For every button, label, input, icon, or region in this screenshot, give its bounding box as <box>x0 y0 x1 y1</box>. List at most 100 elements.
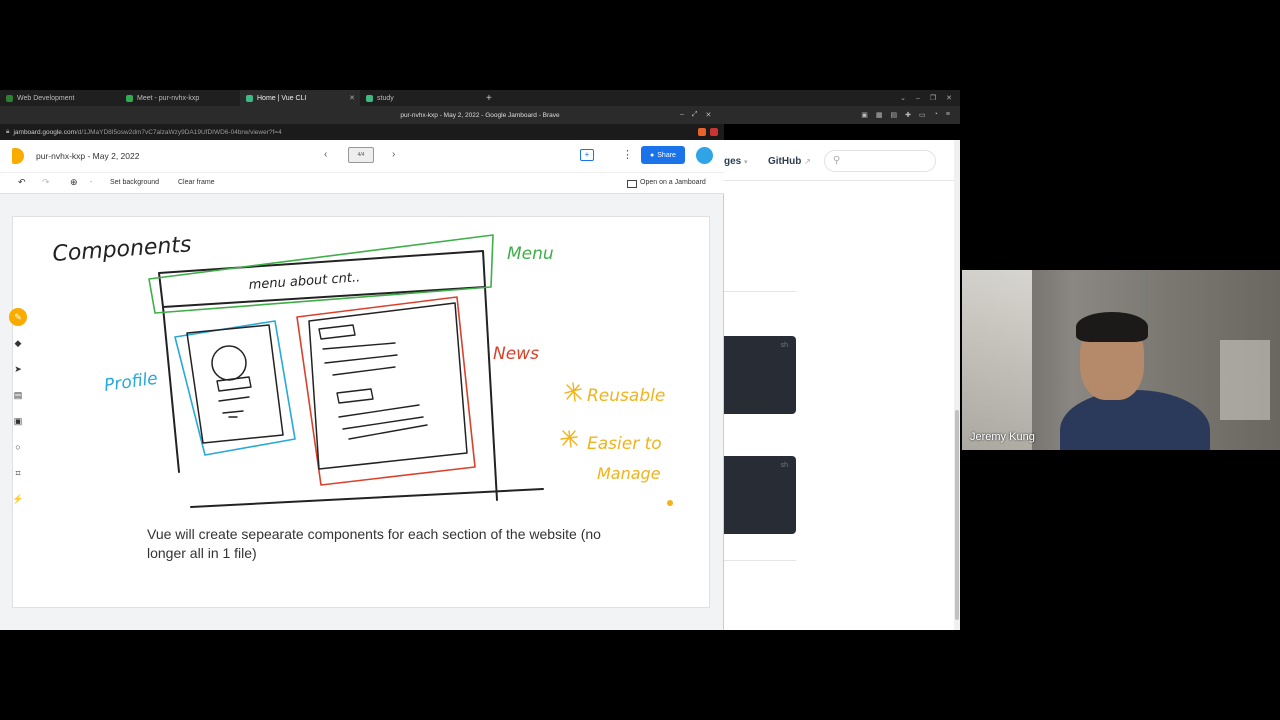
profile-icon[interactable]: ◔ <box>934 111 938 119</box>
content-divider <box>724 291 796 292</box>
tab-meet[interactable]: Meet - pur-nvhx-kxp <box>120 90 240 106</box>
close-icon[interactable]: ✕ <box>706 111 712 119</box>
open-on-jamboard-button[interactable]: Open on a Jamboard <box>640 179 706 186</box>
avatar-sketch-stroke <box>211 345 247 381</box>
jamboard-app: pur-nvhx-kxp - May 2, 2022 ‹ 4/4 › + ⋮ ●… <box>0 140 724 630</box>
add-frame-icon[interactable]: + <box>580 149 594 161</box>
tab-label: Web Development <box>17 94 75 102</box>
minimize-icon[interactable]: – <box>916 95 920 102</box>
tab-favicon-icon <box>6 94 13 102</box>
news-box-stroke <box>296 296 476 486</box>
text-box-icon[interactable]: ⌗ <box>9 464 27 482</box>
redo-icon[interactable]: ↷ <box>42 177 50 188</box>
tab-study[interactable]: study <box>360 90 480 106</box>
meet-favicon-icon <box>126 94 133 102</box>
reusable-handwriting: Reusable <box>587 386 665 406</box>
scrollbar-thumb[interactable] <box>955 410 959 620</box>
share-button[interactable]: ● Share <box>641 146 685 164</box>
brave-shield-icon[interactable] <box>698 128 706 136</box>
url-path: /d/1JMaYD8I5osw2dm7vC7alzaWzy9DA19UfDIWD… <box>75 128 282 136</box>
jam-canvas[interactable]: Components menu about cnt.. Menu Profile… <box>12 216 710 608</box>
code-block: sh <box>724 456 796 534</box>
zoom-icon[interactable]: ⊕ <box>70 177 78 188</box>
extension-icon[interactable]: ▣ <box>861 111 868 119</box>
set-background-button[interactable]: Set background <box>110 179 159 186</box>
restore-icon[interactable]: ⤢ <box>692 111 698 119</box>
laser-icon[interactable]: ⚡ <box>9 490 27 508</box>
popup-window-controls: – ⤢ ✕ <box>680 111 711 119</box>
code-language-tag: sh <box>780 462 788 469</box>
menu-icon[interactable]: ≡ <box>946 111 950 119</box>
address-bar[interactable]: 🔒︎ jamboard.google.com/d/1JMaYD8I5osw2dm… <box>0 124 724 140</box>
window-title: pur-nvhx-kxp - May 2, 2022 - Google Jamb… <box>400 111 560 119</box>
previous-frame-icon[interactable]: ‹ <box>324 149 327 160</box>
content-divider <box>724 560 796 561</box>
new-tab-button[interactable]: + <box>486 93 492 104</box>
yellow-dot-mark <box>667 500 673 506</box>
frame-outline-stroke <box>158 250 544 508</box>
brave-rewards-icon[interactable] <box>710 128 718 136</box>
star-sketch-stroke <box>560 430 578 448</box>
pen-icon[interactable]: ✎ <box>9 308 27 326</box>
person-icon: ● <box>650 151 655 159</box>
extension-icon[interactable]: ▤ <box>891 111 898 119</box>
external-link-icon: ↗ <box>804 157 811 166</box>
share-label: Share <box>657 151 676 159</box>
nav-divider <box>724 180 960 181</box>
vue-favicon-icon <box>366 94 373 102</box>
code-language-tag: sh <box>780 342 788 349</box>
easier-handwriting: Easier to <box>587 434 662 454</box>
video-window-light <box>962 270 1032 450</box>
puzzle-icon[interactable]: ✚ <box>905 111 911 119</box>
tab-label: Meet - pur-nvhx-kxp <box>137 94 200 102</box>
nav-item-partial[interactable]: ges ▾ <box>724 156 748 167</box>
jam-title[interactable]: pur-nvhx-kxp - May 2, 2022 <box>36 151 139 161</box>
nav-item-github[interactable]: GitHub ↗ <box>768 156 811 167</box>
extension-icon[interactable]: ▦ <box>876 111 883 119</box>
participant-video-tile[interactable]: Jeremy Kung <box>962 270 1280 450</box>
select-icon[interactable]: ➤ <box>9 360 27 378</box>
jamboard-header: pur-nvhx-kxp - May 2, 2022 ‹ 4/4 › + ⋮ ●… <box>0 140 724 172</box>
minimize-icon[interactable]: – <box>680 111 684 119</box>
nav-item-label: GitHub <box>768 156 802 167</box>
undo-icon[interactable]: ↶ <box>18 177 26 188</box>
star-sketch-stroke <box>564 382 582 402</box>
frame-bar-button[interactable]: 4/4 <box>348 147 374 163</box>
avatar[interactable] <box>696 147 713 164</box>
eraser-icon[interactable]: ◆ <box>9 334 27 352</box>
tab-label: Home | Vue CLI <box>257 94 307 102</box>
profile-handwriting: Profile <box>103 369 159 396</box>
screen: Web Development Meet - pur-nvhx-kxp Home… <box>0 0 1280 720</box>
tab-web-development[interactable]: Web Development <box>0 90 120 106</box>
jamboard-toolbar: ↶ ↷ ⊕ - Set background Clear frame Open … <box>0 172 724 194</box>
more-options-icon[interactable]: ⋮ <box>622 148 633 161</box>
drawing-tool-palette: ✎ ◆ ➤ ▤ ▣ ○ ⌗ ⚡ <box>6 308 30 518</box>
menu-handwriting: Menu <box>507 244 554 264</box>
image-icon[interactable]: ▣ <box>9 412 27 430</box>
profile-lines-stroke <box>216 376 252 418</box>
vue-favicon-icon <box>246 94 253 102</box>
circle-icon[interactable]: ○ <box>9 438 27 456</box>
chevron-down-icon[interactable]: ⌄ <box>900 94 906 102</box>
caption-text: Vue will create sepearate components for… <box>147 526 601 561</box>
sticky-note-icon[interactable]: ▤ <box>9 386 27 404</box>
close-icon[interactable]: ✕ <box>946 94 952 102</box>
maximize-icon[interactable]: ❐ <box>930 94 936 102</box>
monitor-icon <box>627 180 637 188</box>
zoom-dropdown[interactable]: - <box>90 179 92 186</box>
jamboard-logo-icon <box>12 148 24 164</box>
tab-close-icon[interactable]: ✕ <box>349 94 355 102</box>
code-block: sh <box>724 336 796 414</box>
frame-indicator: 4/4 <box>357 152 365 158</box>
video-person-hair <box>1076 312 1148 342</box>
profile-card-stroke <box>186 324 284 444</box>
window-icon[interactable]: ▭ <box>919 111 926 119</box>
next-frame-icon[interactable]: › <box>392 149 395 160</box>
search-input[interactable]: ⚲ <box>824 150 936 172</box>
clear-frame-button[interactable]: Clear frame <box>178 179 215 186</box>
url-domain: jamboard.google.com <box>13 128 76 136</box>
vue-docs-page: ges ▾ GitHub ↗ ⚲ sh sh <box>724 140 960 630</box>
extension-icons: ▣ ▦ ▤ ✚ ▭ ◔ ≡ <box>861 111 950 119</box>
nav-item-label: ges <box>724 156 742 167</box>
tab-vue-cli[interactable]: Home | Vue CLI ✕ <box>240 90 360 106</box>
